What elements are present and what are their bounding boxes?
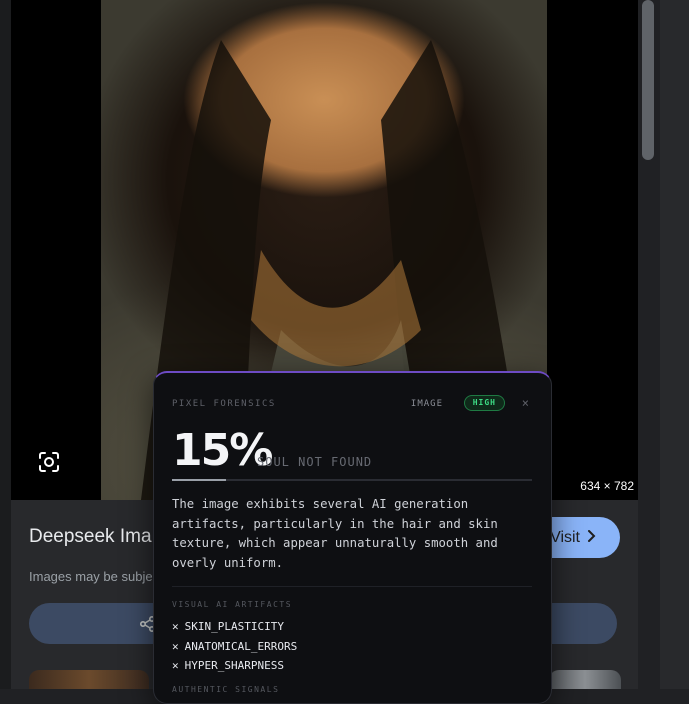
verdict-label: SOUL NOT FOUND xyxy=(257,455,373,469)
visit-label: Visit xyxy=(550,528,580,546)
confidence-badge: HIGH xyxy=(463,395,505,411)
cross-icon: ✕ xyxy=(172,639,179,653)
site-title[interactable]: Deepseek Ima xyxy=(29,526,152,548)
right-panel-edge xyxy=(660,0,689,689)
scrollbar-thumb[interactable] xyxy=(642,0,654,160)
related-image-thumb[interactable] xyxy=(549,670,621,689)
section-divider xyxy=(172,586,532,587)
cross-icon: ✕ xyxy=(172,659,179,672)
left-gutter xyxy=(0,0,11,689)
cross-icon: ✕ xyxy=(172,620,179,633)
lens-scan-icon[interactable] xyxy=(37,450,61,474)
pixel-forensics-panel: PIXEL FORENSICS IMAGE HIGH × 15% SOUL NO… xyxy=(153,371,552,704)
artifact-label: HYPER_SHARPNESS xyxy=(184,659,284,672)
artifact-item: ✕ SKIN_PLASTICITY xyxy=(172,617,297,637)
related-image-thumb[interactable] xyxy=(29,670,149,689)
artifact-label: ANATOMICAL_ERRORS xyxy=(184,639,298,653)
artifact-list: ✕ SKIN_PLASTICITY ✕ ANATOMICAL_ERRORS ✕ HYP… xyxy=(172,617,297,676)
artifacts-section-label: VISUAL AI ARTIFACTS xyxy=(172,600,293,609)
score-meter xyxy=(172,479,532,481)
copyright-note: Images may be subje xyxy=(29,569,153,584)
chevron-right-icon xyxy=(586,529,596,547)
media-type-label: IMAGE xyxy=(410,399,443,409)
authentic-section-label: AUTHENTIC SIGNALS xyxy=(172,685,280,694)
artifact-item: ✕ ANATOMICAL_ERRORS xyxy=(172,637,297,657)
score-meter-fill xyxy=(172,479,226,481)
analysis-description: The image exhibits several AI generation… xyxy=(172,497,498,570)
forensics-header: PIXEL FORENSICS IMAGE HIGH × xyxy=(172,395,531,413)
artifact-label: SKIN_PLASTICITY xyxy=(184,620,284,633)
image-dimensions: 634 × 782 xyxy=(580,479,634,493)
artifact-item: ✕ HYPER_SHARPNESS xyxy=(172,656,297,676)
forensics-brand: PIXEL FORENSICS xyxy=(172,399,276,409)
close-icon[interactable]: × xyxy=(522,396,529,410)
